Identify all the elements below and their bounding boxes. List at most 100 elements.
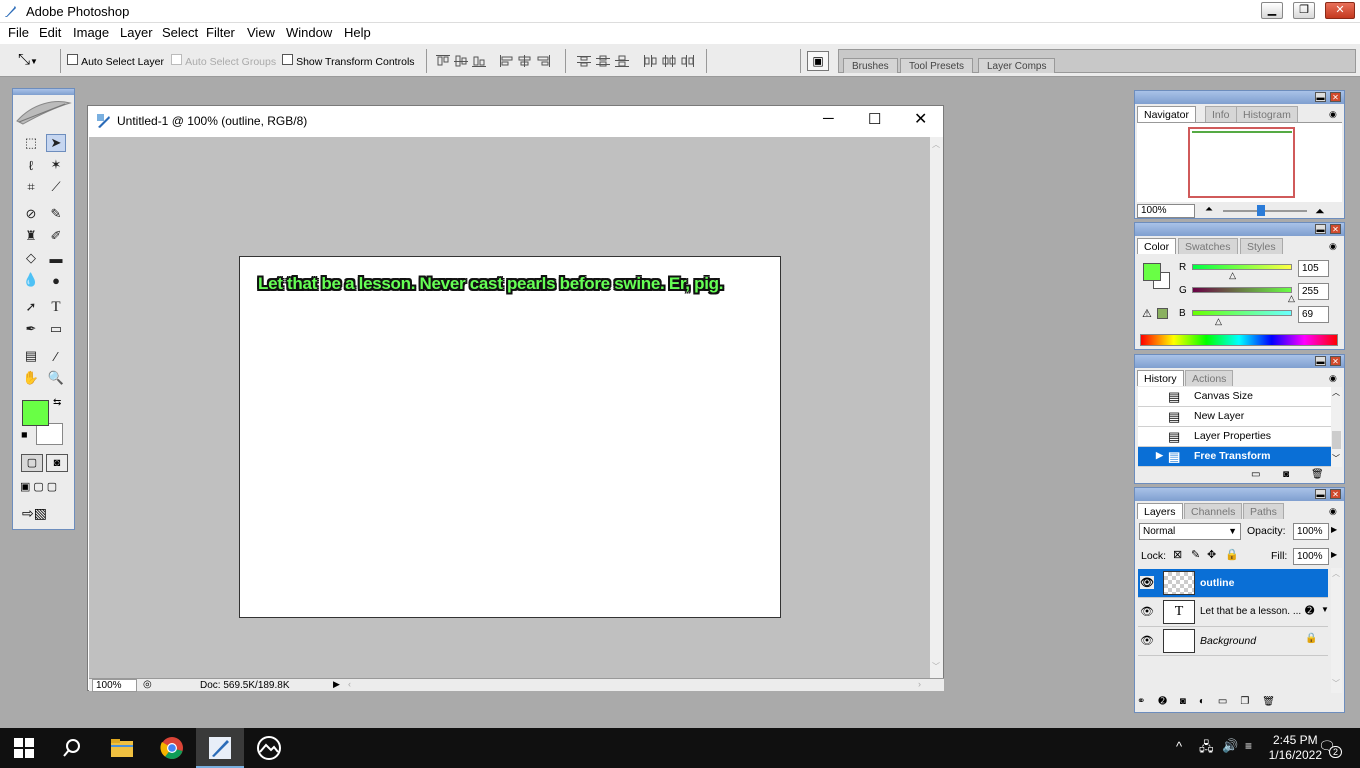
palette-minimize-button[interactable]: ▬	[1315, 356, 1326, 366]
scroll-up-icon[interactable]: ︿	[1332, 387, 1340, 398]
align-vcenter-icon[interactable]	[454, 55, 468, 67]
menu-layer[interactable]: Layer	[120, 25, 153, 40]
pen-tool[interactable]: ✒	[21, 320, 41, 338]
show-transform-controls-checkbox[interactable]	[282, 54, 293, 65]
ime-icon[interactable]: ≡	[1245, 739, 1252, 753]
navigator-zoom-thumb[interactable]	[1257, 205, 1265, 216]
file-browser-button[interactable]: ▣	[807, 51, 829, 71]
tab-history[interactable]: History	[1137, 370, 1184, 386]
lock-image-icon[interactable]: ✎	[1191, 548, 1200, 561]
lasso-tool[interactable]: ℓ	[21, 156, 41, 174]
menu-image[interactable]: Image	[73, 25, 109, 40]
history-scrollbar[interactable]: ︿ ﹀	[1331, 387, 1342, 467]
history-scroll-thumb[interactable]	[1332, 431, 1341, 449]
scroll-left-icon[interactable]: ‹	[348, 679, 351, 689]
doc-minimize-button[interactable]: ─	[823, 110, 834, 127]
foreground-color-swatch[interactable]	[22, 400, 49, 426]
standard-mode-button[interactable]: ▢	[21, 454, 43, 472]
opacity-field[interactable]: 100%	[1293, 523, 1329, 540]
menu-edit[interactable]: Edit	[39, 25, 61, 40]
swap-colors-icon[interactable]: ⇆	[53, 397, 61, 408]
taskbar-clock[interactable]: 2:45 PM 1/16/2022	[1269, 733, 1322, 763]
menu-filter[interactable]: Filter	[206, 25, 235, 40]
tab-color[interactable]: Color	[1137, 238, 1177, 254]
slice-tool[interactable]: ⟋	[46, 178, 66, 196]
color-fg-swatch[interactable]	[1143, 263, 1161, 281]
screen-mode-buttons[interactable]: ▣▢▢	[20, 480, 60, 493]
search-icon[interactable]	[62, 738, 82, 758]
hand-tool[interactable]: ✋	[21, 369, 41, 387]
action-center-button[interactable]: 🗨 2	[1318, 738, 1343, 758]
layers-footer-icons[interactable]: ⚭➋◙◐▭❐🗑	[1137, 696, 1342, 711]
path-selection-tool[interactable]: ➚	[21, 298, 41, 316]
tab-layers[interactable]: Layers	[1137, 503, 1183, 519]
eye-icon[interactable]: 👁	[1140, 634, 1154, 647]
align-bottom-icon[interactable]	[472, 55, 486, 67]
tab-swatches[interactable]: Swatches	[1178, 238, 1238, 254]
move-tool-preset-button[interactable]: ⤡▼	[18, 51, 38, 68]
align-hcenter-icon[interactable]	[518, 55, 532, 67]
magic-wand-tool[interactable]: ✶	[46, 156, 66, 174]
file-explorer-icon[interactable]	[110, 736, 134, 760]
navigator-preview[interactable]	[1137, 122, 1342, 202]
image-canvas[interactable]: Let that be a lesson. Never cast pearls …	[239, 256, 781, 618]
taskbar-photoshop-button[interactable]	[196, 728, 244, 768]
tab-histogram[interactable]: Histogram	[1236, 106, 1298, 122]
marquee-tool[interactable]: ⬚	[21, 134, 41, 152]
palette-close-button[interactable]: ✕	[1330, 489, 1341, 499]
distribute-left-icon[interactable]	[643, 55, 657, 67]
color-ramp[interactable]	[1140, 334, 1338, 346]
clone-stamp-tool[interactable]: ♜	[21, 227, 41, 245]
scroll-up-icon[interactable]: ︿	[932, 139, 940, 150]
layer-row-selected[interactable]: 👁 outline	[1138, 569, 1328, 598]
distribute-hcenter-icon[interactable]	[662, 55, 676, 67]
windows-start-icon[interactable]	[14, 738, 34, 758]
minimize-button[interactable]: ▁	[1261, 2, 1283, 19]
menu-help[interactable]: Help	[344, 25, 371, 40]
palette-menu-icon[interactable]: ◉	[1329, 241, 1337, 252]
dodge-tool[interactable]: ●	[46, 271, 66, 289]
new-document-from-state-icon[interactable]: ▭	[1251, 469, 1260, 480]
palette-well-tab-tool-presets[interactable]: Tool Presets	[900, 58, 974, 73]
zoom-field[interactable]: 100%	[92, 679, 137, 692]
lock-all-icon[interactable]: 🔒	[1225, 548, 1239, 561]
gradient-tool[interactable]: ▬	[46, 249, 66, 267]
doc-close-button[interactable]: ✕	[914, 109, 927, 129]
navigator-view-box[interactable]	[1188, 127, 1295, 198]
quick-mask-button[interactable]: ◙	[46, 454, 68, 472]
canvas-text-layer[interactable]: Let that be a lesson. Never cast pearls …	[258, 274, 723, 294]
palette-menu-icon[interactable]: ◉	[1329, 109, 1337, 120]
layer-row[interactable]: 👁 T Let that be a lesson. ... ➋ ▼	[1138, 598, 1329, 627]
shape-tool[interactable]: ▭	[46, 320, 66, 338]
jump-to-imageready-button[interactable]: ⇨▧	[22, 505, 47, 522]
r-value-field[interactable]: 105	[1298, 260, 1329, 277]
network-icon[interactable]: 🖧	[1199, 738, 1214, 760]
show-transform-controls-option[interactable]: Show Transform Controls	[282, 54, 415, 68]
g-value-field[interactable]: 255	[1298, 283, 1329, 300]
palette-well-tab-layer-comps[interactable]: Layer Comps	[978, 58, 1056, 73]
blur-tool[interactable]: 💧	[21, 271, 41, 289]
scroll-down-icon[interactable]: ﹀	[1332, 453, 1340, 464]
distribute-bottom-icon[interactable]	[615, 55, 629, 67]
eyedropper-tool[interactable]: ⁄	[46, 347, 66, 365]
new-group-icon[interactable]: ▭	[1218, 696, 1240, 707]
move-tool[interactable]: ➤	[46, 134, 66, 152]
menu-window[interactable]: Window	[286, 25, 332, 40]
scroll-down-icon[interactable]: ﹀	[932, 661, 940, 672]
tray-chevron-icon[interactable]: ^	[1176, 739, 1182, 754]
scroll-right-icon[interactable]: ›	[918, 679, 921, 689]
r-slider[interactable]	[1192, 264, 1292, 270]
g-slider-thumb[interactable]: △	[1288, 293, 1295, 304]
palette-close-button[interactable]: ✕	[1330, 356, 1341, 366]
palette-menu-icon[interactable]: ◉	[1329, 506, 1337, 517]
scroll-up-icon[interactable]: ︿	[1332, 568, 1340, 579]
tab-actions[interactable]: Actions	[1185, 370, 1234, 386]
crop-tool[interactable]: ⌗	[21, 178, 41, 196]
tab-navigator[interactable]: Navigator	[1137, 106, 1196, 122]
doc-maximize-button[interactable]: ☐	[868, 110, 881, 128]
r-slider-thumb[interactable]: △	[1229, 270, 1236, 281]
history-item-selected[interactable]: ▶ ▤ Free Transform	[1138, 447, 1331, 467]
distribute-top-icon[interactable]	[577, 55, 591, 67]
history-item[interactable]: ▤ Layer Properties	[1138, 427, 1331, 447]
brush-tool[interactable]: ✎	[46, 205, 66, 223]
